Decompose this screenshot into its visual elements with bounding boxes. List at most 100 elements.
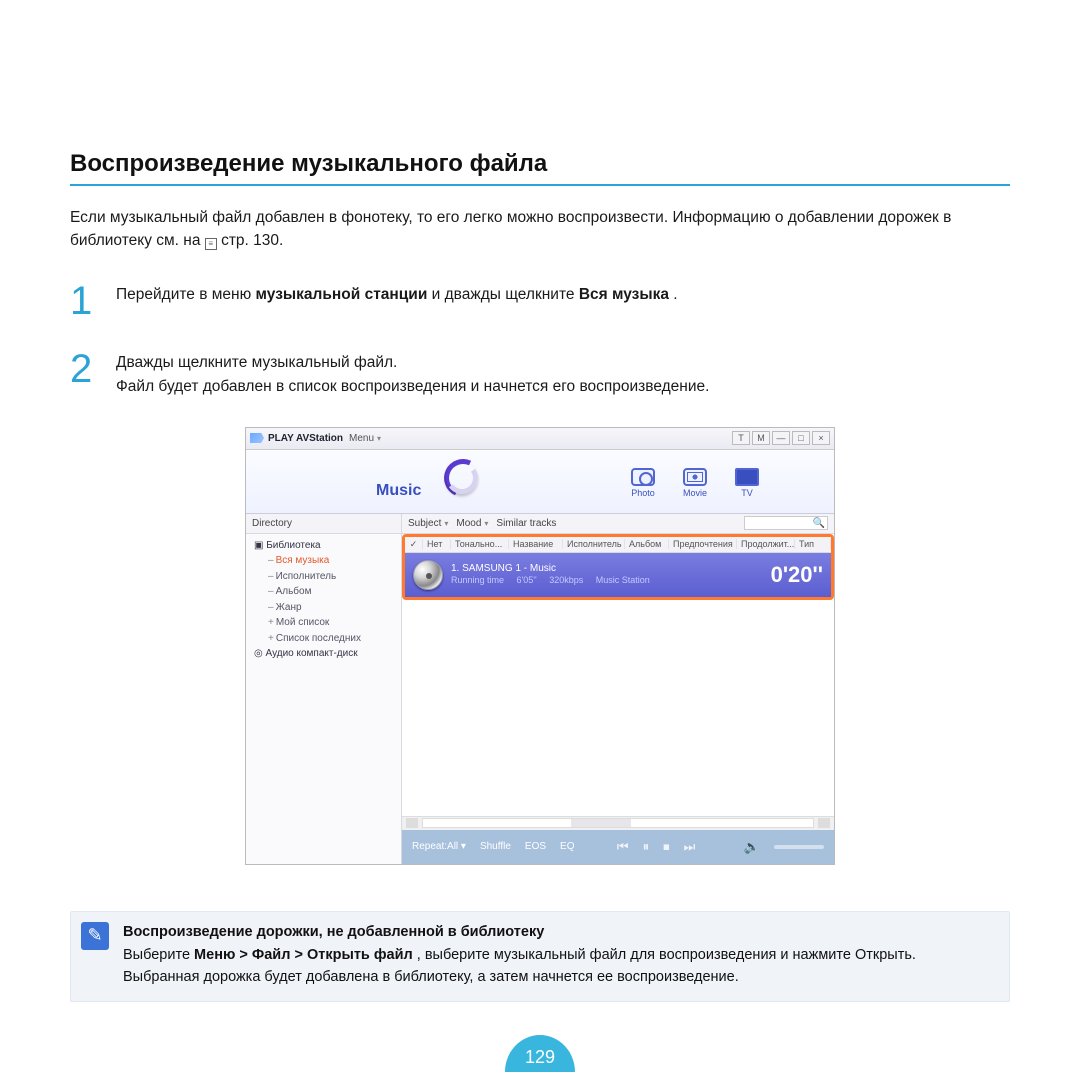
col-pref[interactable]: Предпочтения (669, 539, 737, 549)
footer-repeat[interactable]: Repeat:All ▾ (412, 841, 466, 852)
disc-icon (413, 560, 443, 590)
tab-movie-label: Movie (683, 488, 707, 498)
step-1: 1 Перейдите в меню музыкальной станции и… (70, 281, 1010, 321)
now-playing-row[interactable]: 1. SAMSUNG 1 - Music Running time 6'05''… (405, 553, 831, 597)
scroll-right-arrow-icon[interactable] (818, 818, 830, 828)
film-reel-icon (683, 468, 707, 486)
col-name[interactable]: Название (509, 539, 563, 549)
filter-mood[interactable]: Mood▾ (456, 518, 488, 529)
titlebar-t-button[interactable]: T (732, 431, 750, 445)
tree-audio-cd-label: Аудио компакт-диск (266, 648, 358, 659)
app-logo-icon (250, 433, 264, 443)
note-title: Воспроизведение дорожки, не добавленной … (123, 922, 916, 944)
col-album[interactable]: Альбом (625, 539, 669, 549)
tree-artist[interactable]: –Исполнитель (254, 569, 399, 585)
tree-library-label: Библиотека (266, 540, 320, 551)
track-elapsed-time: 0'20'' (771, 562, 823, 588)
tree-recent-label: Список последних (276, 633, 361, 644)
tab-tv[interactable]: TV (730, 468, 764, 498)
track-title: 1. SAMSUNG 1 - Music (451, 562, 763, 575)
col-type[interactable]: Тип (795, 539, 831, 549)
step-1-bold1: музыкальной станции (256, 286, 428, 303)
tree-genre[interactable]: –Жанр (254, 600, 399, 616)
close-button[interactable]: × (812, 431, 830, 445)
step-1-bold2: Вся музыка (579, 286, 669, 303)
track-runtime: 6'05'' (517, 575, 537, 585)
step-1-mid: и дважды щелкните (432, 286, 579, 303)
note-mid: , выберите музыкальный файл для воспроиз… (417, 947, 916, 963)
note-line2: Выбранная дорожка будет добавлена в библ… (123, 969, 739, 985)
col-artist[interactable]: Исполнитель (563, 539, 625, 549)
col-duration[interactable]: Продолжит... (737, 539, 795, 549)
col-tone[interactable]: Тонально... (451, 539, 509, 549)
intro-paragraph: Если музыкальный файл добавлен в фонотек… (70, 206, 1010, 253)
directory-panel: Directory ▣ Библиотека –Вся музыка –Испо… (246, 514, 402, 864)
chevron-down-icon: ▾ (444, 519, 448, 528)
filter-subject[interactable]: Subject▾ (408, 518, 448, 529)
scroll-left-arrow-icon[interactable] (406, 818, 418, 828)
section-music-label: Music (376, 482, 421, 500)
chevron-down-icon: ▾ (377, 434, 381, 443)
scrollbar-thumb[interactable] (571, 819, 631, 827)
tree-mylist-label: Мой список (276, 617, 329, 628)
volume-slider[interactable] (774, 845, 824, 849)
tab-tv-label: TV (741, 488, 753, 498)
app-menu-label[interactable]: Menu (349, 433, 374, 444)
section-title: Воспроизведение музыкального файла (70, 150, 1010, 186)
tab-photo[interactable]: Photo (626, 468, 660, 498)
tree-library[interactable]: ▣ Библиотека (254, 538, 399, 554)
footer-eos[interactable]: EOS (525, 841, 546, 852)
search-input[interactable]: 🔍 (744, 516, 828, 530)
tree-album[interactable]: –Альбом (254, 584, 399, 600)
page-number: 129 (505, 1035, 575, 1072)
intro-pre: Если музыкальный файл добавлен в фонотек… (70, 209, 951, 249)
tree-all-music[interactable]: –Вся музыка (254, 553, 399, 569)
step-2-body: Дважды щелкните музыкальный файл. Файл б… (116, 349, 709, 399)
pause-button[interactable]: ⏸ (643, 839, 650, 855)
footer-repeat-label: Repeat:All (412, 841, 458, 852)
pencil-note-icon: ✎ (81, 922, 109, 950)
tab-movie[interactable]: Movie (678, 468, 712, 498)
step-1-post: . (673, 286, 677, 303)
tree-mylist[interactable]: +Мой список (254, 615, 399, 631)
col-no[interactable]: Нет (423, 539, 451, 549)
minimize-button[interactable]: ― (772, 431, 790, 445)
next-button[interactable]: ⏭ (684, 839, 696, 855)
filter-bar: Subject▾ Mood▾ Similar tracks 🔍 (402, 514, 834, 534)
note-bold-path: Меню > Файл > Открыть файл (194, 947, 413, 963)
step-2-line1: Дважды щелкните музыкальный файл. (116, 354, 397, 371)
track-runtime-label: Running time (451, 575, 504, 585)
step-1-body: Перейдите в меню музыкальной станции и д… (116, 281, 678, 321)
tree-genre-label: Жанр (276, 602, 302, 613)
track-list-area (402, 600, 834, 816)
tree-audio-cd[interactable]: ◎ Аудио компакт-диск (254, 646, 399, 662)
directory-heading: Directory (246, 514, 401, 534)
titlebar-m-button[interactable]: M (752, 431, 770, 445)
filter-similar[interactable]: Similar tracks (496, 518, 556, 529)
volume-icon[interactable]: 🔈 (744, 839, 760, 855)
tree-album-label: Альбом (276, 586, 312, 597)
main-content: Subject▾ Mood▾ Similar tracks 🔍 ✓ Нет То… (402, 514, 834, 864)
step-1-number: 1 (70, 281, 98, 321)
intro-post: стр. 130. (221, 232, 283, 249)
footer-shuffle[interactable]: Shuffle (480, 841, 511, 852)
track-columns-header: ✓ Нет Тонально... Название Исполнитель А… (405, 537, 831, 553)
horizontal-scrollbar[interactable] (402, 816, 834, 830)
tree-recent[interactable]: +Список последних (254, 631, 399, 647)
app-title: PLAY AVStation (268, 433, 343, 444)
step-2-line2: Файл будет добавлен в список воспроизвед… (116, 378, 709, 395)
col-check[interactable]: ✓ (405, 539, 423, 550)
now-playing-highlight: ✓ Нет Тонально... Название Исполнитель А… (402, 534, 834, 600)
footer-eq[interactable]: EQ (560, 841, 574, 852)
app-screenshot: PLAY AVStation Menu ▾ T M ― □ × Music (70, 427, 1010, 865)
prev-button[interactable]: ⏮ (617, 839, 629, 855)
app-header: Music Photo Movie TV (246, 450, 834, 514)
step-1-pre: Перейдите в меню (116, 286, 256, 303)
tree-all-music-label: Вся музыка (276, 555, 330, 566)
tree-artist-label: Исполнитель (276, 571, 337, 582)
stop-button[interactable]: ⏹ (663, 839, 670, 855)
chevron-down-icon: ▾ (484, 519, 488, 528)
filter-mood-label: Mood (456, 518, 481, 529)
maximize-button[interactable]: □ (792, 431, 810, 445)
step-2: 2 Дважды щелкните музыкальный файл. Файл… (70, 349, 1010, 399)
